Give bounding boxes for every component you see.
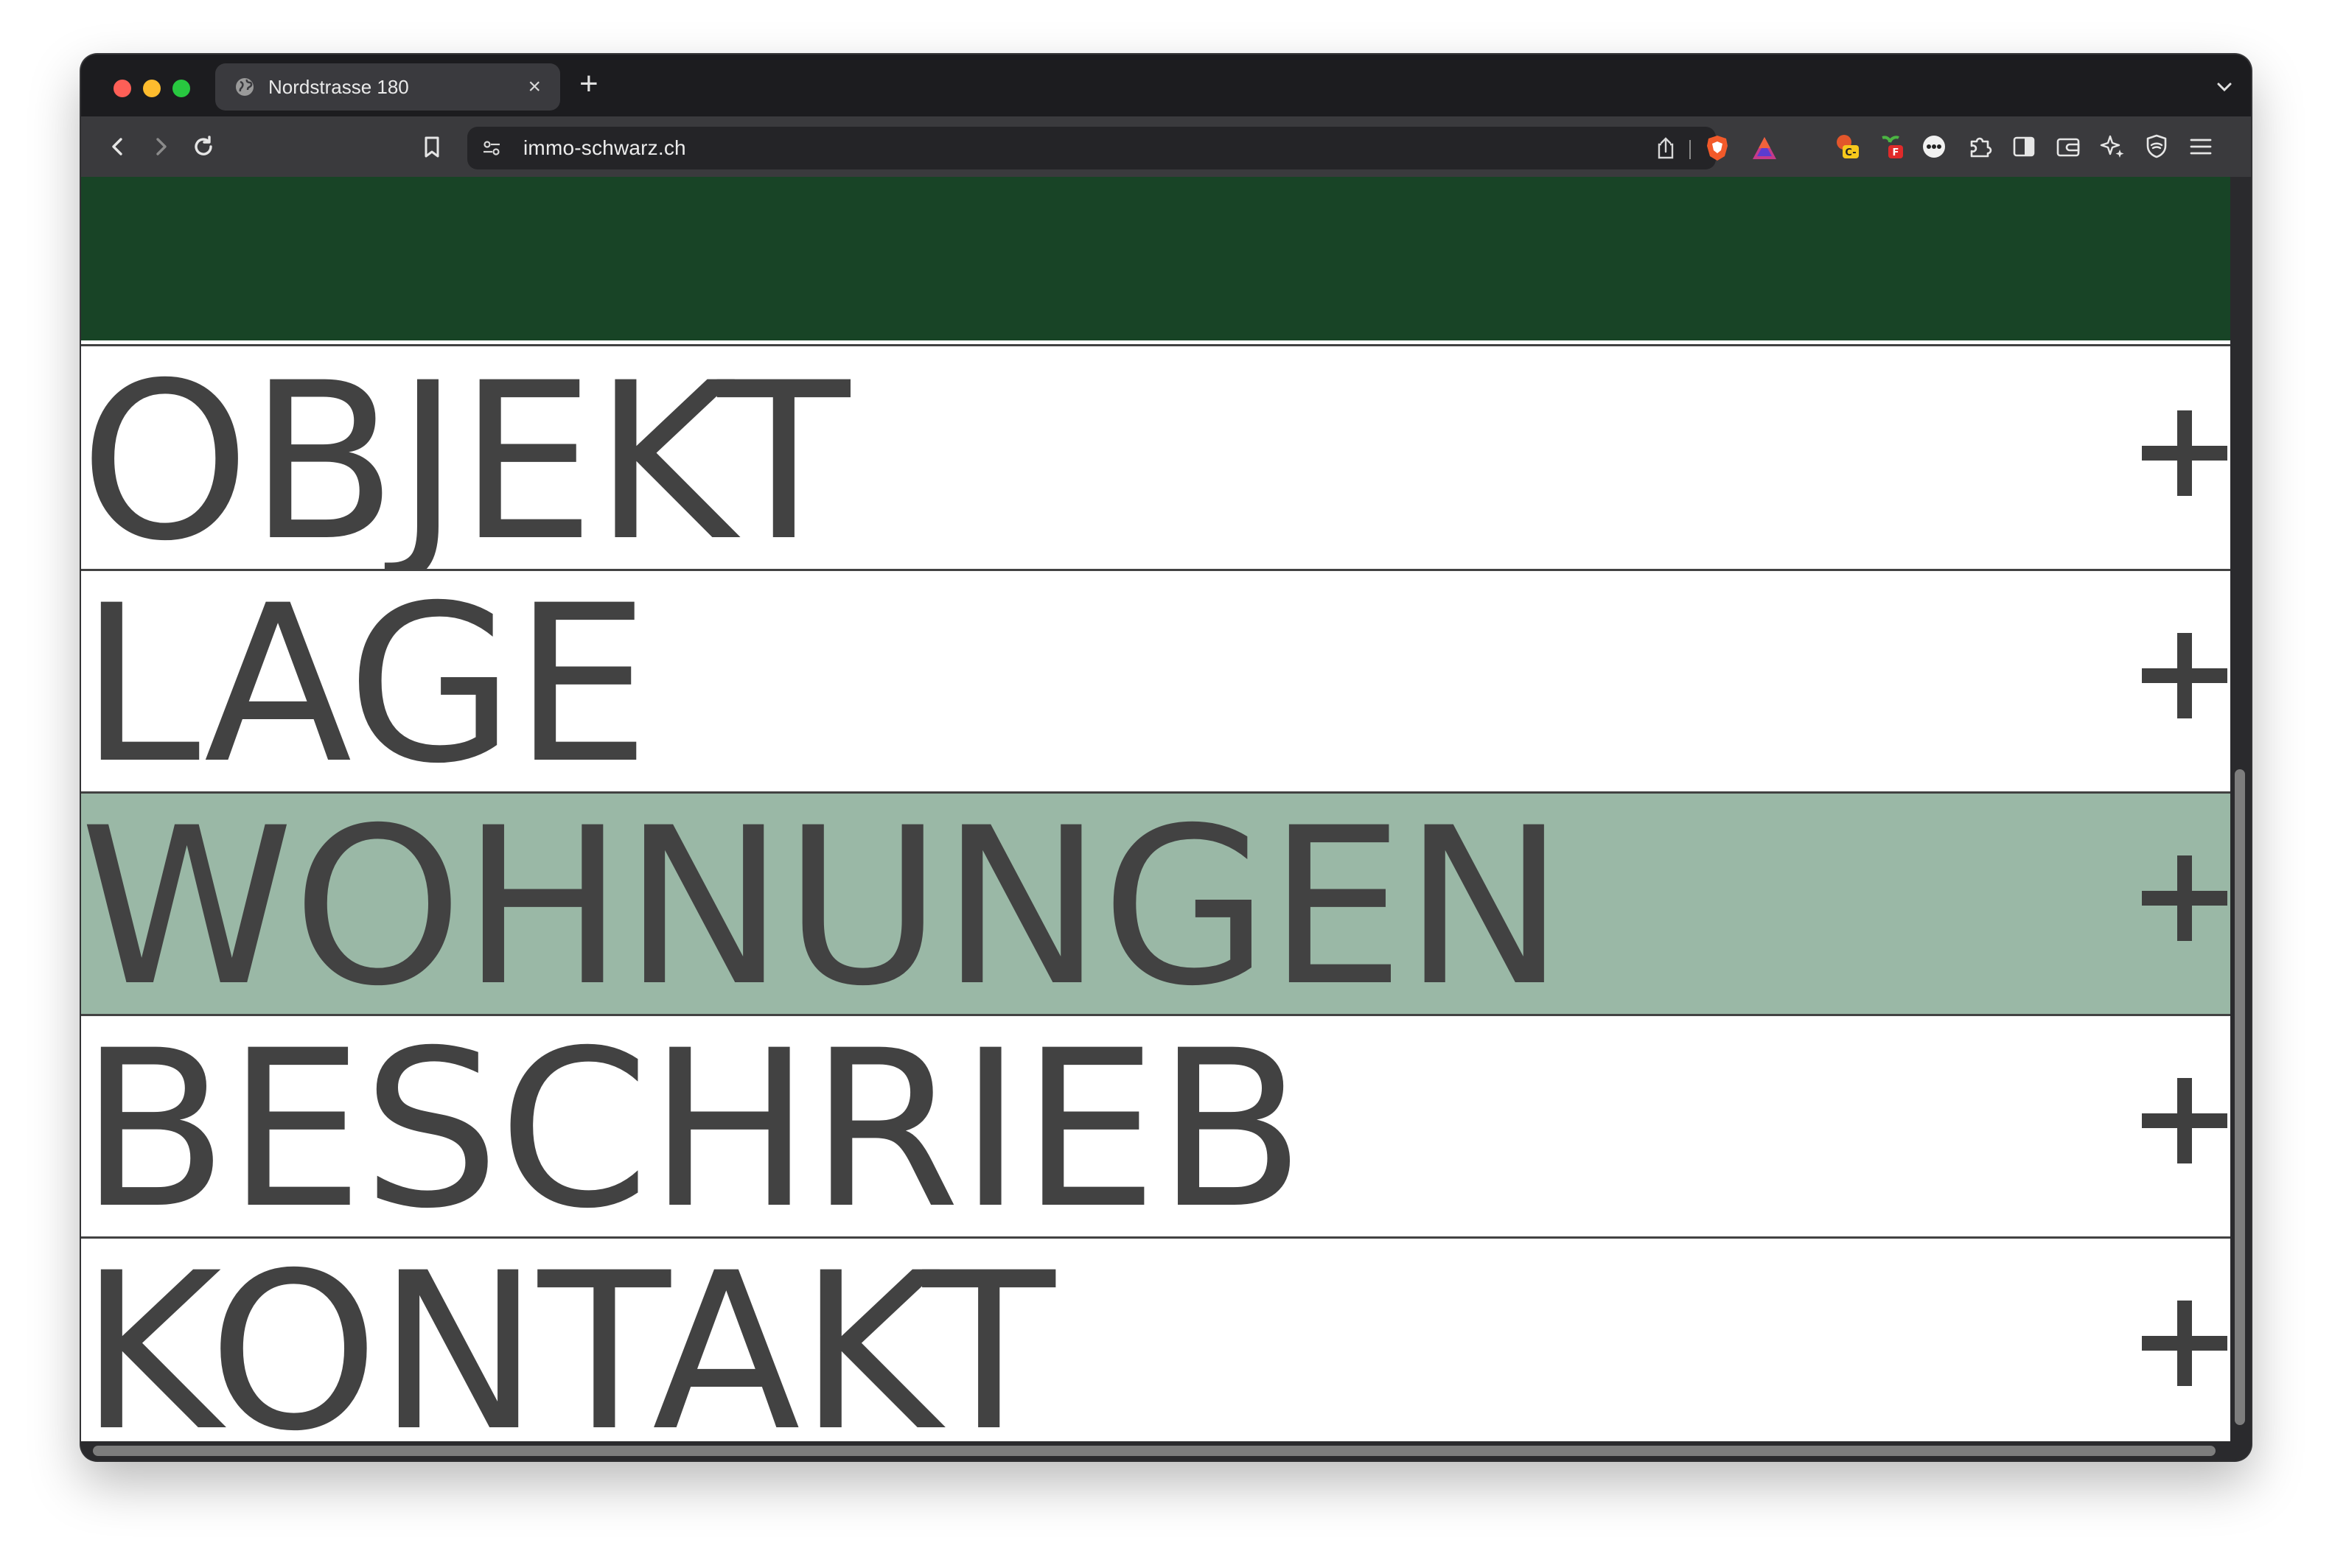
vpn-icon[interactable] bbox=[2142, 132, 2171, 161]
divider bbox=[81, 340, 2230, 346]
horizontal-scrollbar-thumb[interactable] bbox=[93, 1446, 2216, 1456]
url-separator bbox=[1689, 140, 1691, 159]
share-icon[interactable] bbox=[1654, 136, 1678, 161]
site-settings-icon[interactable] bbox=[481, 137, 503, 159]
new-tab-button[interactable]: + bbox=[579, 68, 598, 100]
extensions-puzzle-icon[interactable] bbox=[1965, 132, 1994, 161]
accordion-item-wohnungen[interactable]: WOHNUNGEN bbox=[81, 794, 2230, 1016]
accordion-item-beschrieb[interactable]: BESCHRIEB bbox=[81, 1016, 2230, 1239]
toolbar: immo-schwarz.ch C- F bbox=[81, 116, 2251, 177]
tab-active[interactable]: Nordstrasse 180 × bbox=[215, 63, 560, 111]
page-viewport: OBJEKT LAGE WOHNUNGEN BESCHRIEB KONTAKT bbox=[81, 177, 2230, 1441]
horizontal-scrollbar[interactable] bbox=[81, 1441, 2251, 1460]
tab-close-button[interactable]: × bbox=[528, 76, 541, 98]
accordion-label: KONTAKT bbox=[81, 1239, 1055, 1441]
extension-c-icon[interactable]: C- bbox=[1832, 132, 1862, 161]
accordion-item-kontakt[interactable]: KONTAKT bbox=[81, 1239, 2230, 1441]
forward-icon[interactable] bbox=[146, 132, 175, 161]
hero-banner bbox=[81, 177, 2230, 340]
accordion-label: BESCHRIEB bbox=[81, 1016, 1305, 1239]
tab-bar: Nordstrasse 180 × + bbox=[81, 55, 2251, 116]
brave-rewards-icon[interactable] bbox=[1751, 136, 1778, 161]
extension-f-icon[interactable]: F bbox=[1877, 132, 1906, 161]
bookmark-icon[interactable] bbox=[417, 132, 447, 161]
menu-icon[interactable] bbox=[2186, 132, 2216, 161]
globe-icon bbox=[236, 78, 254, 96]
back-icon[interactable] bbox=[103, 132, 133, 161]
leo-ai-icon[interactable] bbox=[2098, 132, 2127, 161]
tab-title: Nordstrasse 180 bbox=[268, 75, 409, 98]
accordion-item-lage[interactable]: LAGE bbox=[81, 571, 2230, 794]
plus-icon[interactable] bbox=[2142, 410, 2227, 496]
accordion-label: OBJEKT bbox=[81, 349, 850, 571]
svg-text:F: F bbox=[1893, 147, 1899, 158]
brave-shield-icon[interactable] bbox=[1704, 134, 1731, 162]
maximize-window-button[interactable] bbox=[172, 80, 190, 97]
vertical-scrollbar-thumb[interactable] bbox=[2235, 769, 2245, 1425]
browser-window: Nordstrasse 180 × + immo-schwarz.ch C- F… bbox=[81, 55, 2251, 1460]
accordion-item-objekt[interactable]: OBJEKT bbox=[81, 349, 2230, 571]
accordion-menu: OBJEKT LAGE WOHNUNGEN BESCHRIEB KONTAKT bbox=[81, 349, 2230, 1441]
plus-icon[interactable] bbox=[2142, 1078, 2227, 1163]
wallet-icon[interactable] bbox=[2053, 132, 2083, 161]
close-window-button[interactable] bbox=[114, 80, 131, 97]
reload-icon[interactable] bbox=[189, 132, 218, 161]
svg-text:C-: C- bbox=[1845, 147, 1856, 158]
address-bar[interactable]: immo-schwarz.ch bbox=[467, 127, 1776, 169]
plus-icon[interactable] bbox=[2142, 855, 2227, 941]
accordion-label: LAGE bbox=[81, 571, 650, 794]
vertical-scrollbar[interactable] bbox=[2230, 177, 2251, 1441]
url-text: immo-schwarz.ch bbox=[523, 136, 686, 159]
accordion-label: WOHNUNGEN bbox=[81, 794, 1565, 1016]
sidebar-icon[interactable] bbox=[2009, 132, 2039, 161]
minimize-window-button[interactable] bbox=[143, 80, 161, 97]
plus-icon[interactable] bbox=[2142, 1301, 2227, 1386]
chevron-down-icon[interactable] bbox=[2214, 77, 2235, 97]
plus-icon[interactable] bbox=[2142, 633, 2227, 718]
extension-dots-icon[interactable] bbox=[1919, 132, 1949, 161]
